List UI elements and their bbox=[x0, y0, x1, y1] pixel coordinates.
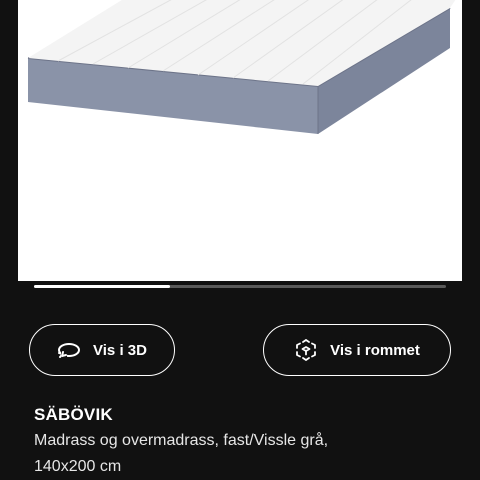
carousel-progress-bar bbox=[34, 285, 446, 288]
view-3d-label: Vis i 3D bbox=[93, 341, 147, 359]
view-in-room-button[interactable]: Vis i rommet bbox=[263, 324, 451, 376]
carousel-progress-fill bbox=[34, 285, 170, 288]
ar-cube-icon bbox=[294, 338, 318, 362]
product-description-line-2: 140x200 cm bbox=[34, 458, 122, 475]
product-description: Madrass og overmadrass, fast/Vissle grå,… bbox=[34, 428, 454, 480]
view-3d-button[interactable]: Vis i 3D bbox=[29, 324, 175, 376]
product-image[interactable] bbox=[18, 0, 462, 281]
product-title[interactable]: SÄBÖVIK bbox=[34, 405, 113, 425]
rotate-3d-icon bbox=[57, 341, 81, 359]
view-in-room-label: Vis i rommet bbox=[330, 341, 420, 359]
mattress-illustration bbox=[27, 0, 456, 134]
product-description-line-1: Madrass og overmadrass, fast/Vissle grå, bbox=[34, 432, 329, 449]
